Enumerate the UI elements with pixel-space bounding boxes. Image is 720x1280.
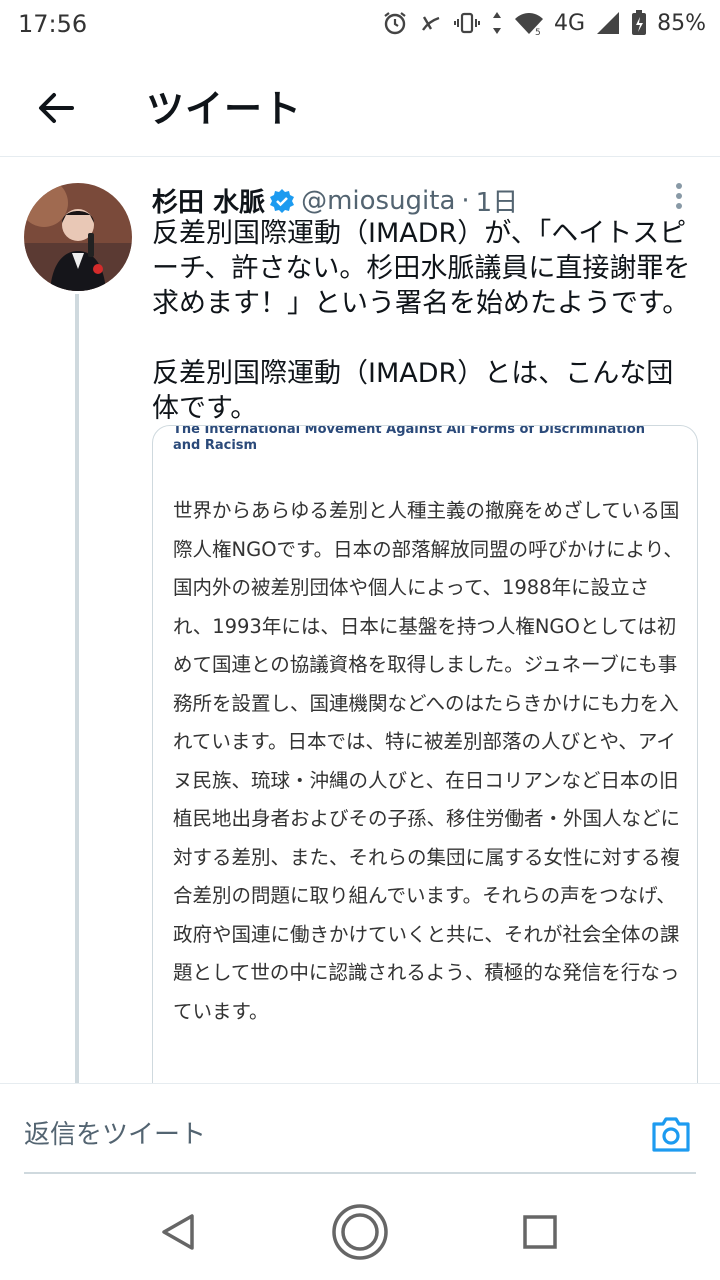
card-body-text: 世界からあらゆる差別と人種主義の撤廃をめざしている国際人権NGOです。日本の部落… [173, 499, 683, 1023]
avatar[interactable] [24, 183, 132, 291]
svg-text:5: 5 [535, 28, 541, 36]
tweet-timestamp[interactable]: 1日 [476, 182, 519, 219]
tweet-body: 反差別国際運動（IMADR）が、「ヘイトスピーチ、許さない。杉田水脈議員に直接謝… [152, 216, 697, 426]
data-transfer-icon [493, 12, 502, 34]
square-recents-icon[interactable] [510, 1202, 570, 1262]
status-time: 17:56 [18, 10, 88, 38]
circle-home-icon[interactable] [330, 1202, 390, 1262]
tweet-paragraph: 反差別国際運動（IMADR）とは、こんな団体です。 [152, 358, 674, 424]
more-vertical-icon[interactable] [668, 180, 690, 220]
triangle-back-icon[interactable] [148, 1202, 208, 1262]
camera-icon[interactable] [650, 1114, 692, 1154]
verified-badge-icon [270, 188, 295, 213]
author-handle[interactable]: @miosugita [301, 186, 455, 216]
network-type: 4G [554, 10, 586, 36]
wifi-icon: 5 [515, 13, 544, 36]
tweet-paragraph: 反差別国際運動（IMADR）が、「ヘイトスピーチ、許さない。杉田水脈議員に直接謝… [152, 218, 691, 319]
vibrate-icon [454, 12, 481, 34]
page-title: ツイート [146, 87, 303, 131]
signal-icon [597, 12, 620, 34]
battery-level: 85% [657, 10, 706, 36]
separator: · [461, 185, 470, 216]
status-icons: 5 4G 85% [382, 10, 706, 36]
avatar-photo [24, 183, 132, 291]
reply-underline [24, 1172, 696, 1174]
author-name[interactable]: 杉田 水脈 [152, 182, 265, 219]
arrow-left-icon[interactable] [30, 82, 82, 134]
nfc-icon [422, 16, 440, 31]
reply-input[interactable]: 返信をツイート [24, 1114, 206, 1151]
status-bar: 17:56 5 4G 85% [0, 0, 720, 52]
thread-line [75, 294, 79, 1084]
top-app-bar: ツイート [0, 56, 720, 157]
attached-image-card[interactable]: The International Movement Against All F… [152, 425, 698, 1127]
alarm-icon [384, 12, 406, 35]
reply-composer: 返信をツイート [0, 1083, 720, 1184]
system-nav-bar [0, 1184, 720, 1280]
card-heading: The International Movement Against All F… [173, 425, 646, 453]
battery-charging-icon [632, 10, 647, 35]
tweet-header: 杉田 水脈 @miosugita · 1日 [152, 182, 518, 219]
